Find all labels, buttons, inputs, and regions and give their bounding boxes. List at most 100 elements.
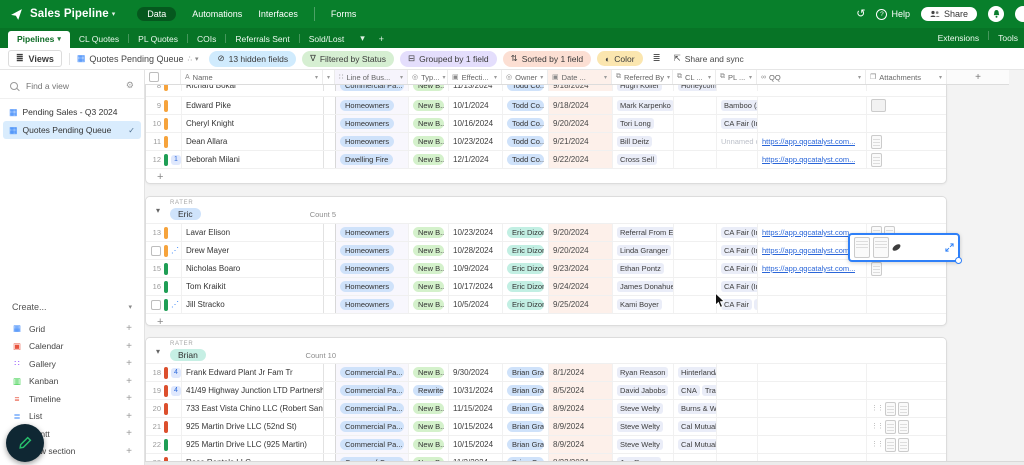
add-field-button[interactable]: + — [947, 70, 1009, 85]
select-all-checkbox[interactable] — [145, 70, 181, 84]
file-attachment-icon[interactable] — [871, 262, 882, 276]
share-button[interactable]: Share — [921, 7, 977, 21]
checkbox-icon[interactable] — [149, 72, 159, 82]
table-tab-pipelines[interactable]: Pipelines ▾ — [8, 31, 70, 48]
history-icon[interactable]: ↺ — [856, 9, 865, 19]
attachment-thumbnail[interactable] — [873, 237, 889, 258]
toolbar-pill-grouped-by-1-field[interactable]: ⊟Grouped by 1 field — [400, 51, 497, 67]
tab-list-chevron-icon[interactable]: ▾ — [353, 33, 372, 48]
image-attachment-thumbnail[interactable] — [871, 99, 886, 112]
expand-cell-icon[interactable] — [945, 243, 954, 252]
column-header-effective-date[interactable]: ▣Effecti...▾ — [448, 70, 502, 84]
toolbar-pill-color[interactable]: ◐Color — [597, 51, 642, 66]
view-switcher[interactable]: ▦ Quotes Pending Queue ∴ ▾ — [77, 53, 199, 64]
notifications-button[interactable] — [988, 6, 1004, 22]
nav-item-interfaces[interactable]: Interfaces — [258, 7, 298, 21]
plus-icon[interactable]: + — [126, 446, 132, 457]
table-row[interactable]: 15Nicholas BoaroHomeownersNew B...10/9/2… — [146, 260, 946, 278]
file-attachment-icon[interactable] — [898, 420, 909, 434]
add-record-button[interactable]: + — [146, 169, 946, 184]
file-attachment-icon[interactable] — [885, 402, 896, 416]
column-header-owner[interactable]: ◎Owner▾ — [502, 70, 548, 84]
table-row[interactable]: 8Richard BokarCommercial Pa...New B...11… — [146, 84, 946, 97]
create-item-gallery[interactable]: ∷Gallery+ — [0, 355, 144, 373]
table-row[interactable]: ⋰Drew MayerHomeownersNew B...10/28/2024E… — [146, 242, 946, 260]
chevron-down-icon[interactable]: ▾ — [315, 74, 318, 81]
plus-icon[interactable]: + — [126, 376, 132, 387]
column-header-type[interactable]: ◎Typ...▾ — [408, 70, 448, 84]
toolbar-pill-sorted-by-1-field[interactable]: ⇅Sorted by 1 field — [503, 51, 592, 67]
toolbar-pill-filtered-by-status[interactable]: ∇Filtered by Status — [302, 51, 394, 67]
qq-link[interactable]: https://app.qqcatalyst.com... — [762, 228, 855, 237]
user-avatar[interactable] — [1015, 6, 1024, 22]
column-header-spacer[interactable]: ▾ — [323, 70, 335, 84]
chevron-down-icon[interactable]: ▾ — [749, 74, 752, 81]
attachment-thumbnail[interactable] — [854, 237, 870, 258]
tabbar-extensions[interactable]: Extensions — [938, 33, 980, 43]
qq-link[interactable]: https://app.qqcatalyst.com... — [762, 264, 855, 273]
base-title-chevron-icon[interactable]: ▾ — [112, 10, 116, 18]
file-attachment-icon[interactable] — [885, 438, 896, 452]
column-header-referred-by[interactable]: ⧉Referred By▾ — [612, 70, 673, 84]
table-row[interactable]: 16Tom KraikitHomeownersNew B...10/17/202… — [146, 278, 946, 296]
add-table-button[interactable]: + — [372, 34, 391, 48]
create-item-calendar[interactable]: ▣Calendar+ — [0, 338, 144, 356]
table-tab-sold-lost[interactable]: Sold/Lost — [300, 31, 353, 48]
file-attachment-icon[interactable] — [885, 420, 896, 434]
table-tab-referrals-sent[interactable]: Referrals Sent — [226, 31, 298, 48]
table-row[interactable]: 19441/49 Highway Junction LTD Partnershi… — [146, 382, 946, 400]
table-tab-cois[interactable]: COIs — [188, 31, 225, 48]
tabbar-tools[interactable]: Tools — [998, 33, 1018, 43]
create-item-list[interactable]: ≣List+ — [0, 408, 144, 426]
table-row[interactable]: 184Frank Edward Plant Jr Fam TrCommercia… — [146, 364, 946, 382]
chevron-down-icon[interactable]: ▾ — [604, 74, 607, 81]
row-checkbox[interactable] — [151, 300, 161, 310]
views-toggle-button[interactable]: ≣ Views — [8, 50, 62, 67]
base-title[interactable]: Sales Pipeline — [30, 8, 109, 20]
share-and-sync-button[interactable]: ⇱ Share and sync — [674, 53, 744, 64]
qq-link[interactable]: https://app.qqcatalyst.com... — [762, 137, 855, 146]
horizontal-scrollbar[interactable] — [145, 461, 1024, 465]
column-header-attachments[interactable]: ❐Attachments▾ — [866, 70, 947, 84]
plus-icon[interactable]: + — [126, 428, 132, 439]
help-button[interactable]: ? Help — [876, 9, 910, 20]
gear-icon[interactable]: ⚙ — [126, 80, 134, 91]
table-row[interactable]: 11Dean AllaraHomeownersNew B...10/23/202… — [146, 133, 946, 151]
column-header-qq[interactable]: ∞QQ▾ — [757, 70, 866, 84]
qq-link[interactable]: https://app.qqcatalyst.com... — [762, 155, 855, 164]
row-height-button[interactable]: ≣ — [653, 53, 661, 64]
plus-icon[interactable]: + — [126, 411, 132, 422]
group-header-brian[interactable]: ▾RATERBrianCount 10 — [146, 338, 946, 364]
column-header-pl[interactable]: ⧉PL ...▾ — [716, 70, 757, 84]
row-checkbox[interactable] — [151, 246, 161, 256]
create-collapse-icon[interactable]: ▾ — [128, 303, 132, 311]
table-row[interactable]: 20733 East Vista Chino LLC (Robert Santo… — [146, 400, 946, 418]
create-item-kanban[interactable]: ▥Kanban+ — [0, 373, 144, 391]
file-attachment-icon[interactable] — [871, 153, 882, 167]
table-tab-cl-quotes[interactable]: CL Quotes — [70, 31, 128, 48]
qq-link[interactable]: https://app.qqcatalyst.com... — [762, 246, 855, 255]
expand-record-icon[interactable]: ⋰ — [171, 301, 179, 309]
chevron-down-icon[interactable]: ▾ — [442, 74, 445, 81]
table-row[interactable]: 13Lavar ElisonHomeownersNew B...10/23/20… — [146, 224, 946, 242]
column-header-date[interactable]: ▣Date ...▾ — [548, 70, 612, 84]
add-record-button[interactable]: + — [146, 314, 946, 326]
find-view-input[interactable] — [24, 80, 120, 92]
chevron-down-icon[interactable]: ▾ — [540, 74, 543, 81]
table-row[interactable]: 9Edward PikeHomeownersNew B...10/1/2024T… — [146, 97, 946, 115]
table-row[interactable]: 10Cheryl KnightHomeownersNew B...10/16/2… — [146, 115, 946, 133]
file-attachment-icon[interactable] — [871, 135, 882, 149]
plus-icon[interactable]: + — [126, 323, 132, 334]
nav-item-automations[interactable]: Automations — [192, 7, 242, 21]
expand-record-icon[interactable]: ⋰ — [171, 247, 179, 255]
annotate-fab-button[interactable] — [6, 424, 44, 462]
sidebar-view-pending-sales-q3-2024[interactable]: ▦Pending Sales - Q3 2024 — [3, 103, 141, 121]
create-item-grid[interactable]: ▦Grid+ — [0, 320, 144, 338]
column-header-line-of-business[interactable]: ∷Line of Bus...▾ — [335, 70, 408, 84]
toolbar-pill-13-hidden-fields[interactable]: ⊘13 hidden fields — [209, 51, 296, 67]
fill-handle[interactable] — [955, 257, 962, 264]
nav-item-forms[interactable]: Forms — [314, 7, 357, 21]
file-attachment-icon[interactable] — [898, 438, 909, 452]
plus-icon[interactable]: + — [126, 393, 132, 404]
chevron-down-icon[interactable]: ▾ — [494, 74, 497, 81]
